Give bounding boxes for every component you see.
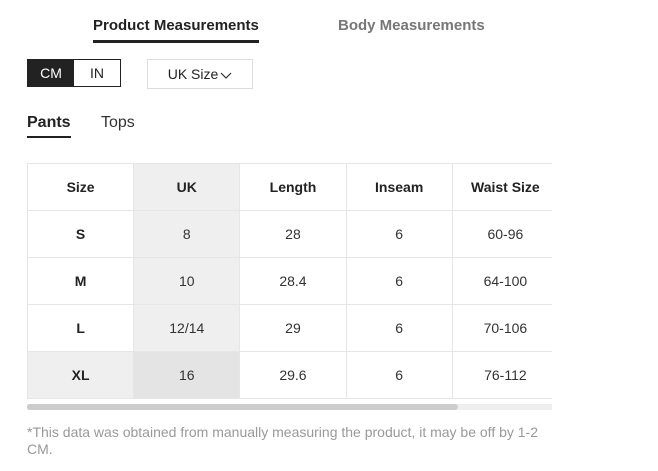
size-system-value: UK Size [167, 66, 219, 82]
table-row: S 8 28 6 60-96 [27, 210, 552, 258]
tab-pants[interactable]: Pants [27, 114, 71, 138]
inseam-cell: 6 [345, 304, 453, 352]
waist-cell: 64-100 [451, 257, 552, 305]
uk-cell: 10 [133, 257, 241, 305]
size-system-select[interactable]: UK Size [147, 59, 253, 89]
measurement-disclaimer: *This data was obtained from manually me… [27, 424, 539, 457]
uk-cell: 8 [133, 210, 241, 258]
unit-cm-button[interactable]: CM [28, 60, 74, 86]
header-uk: UK [133, 163, 241, 211]
uk-cell: 12/14 [133, 304, 241, 352]
header-inseam: Inseam [345, 163, 453, 211]
waist-cell: 76-112 [451, 351, 552, 399]
table-row: M 10 28.4 6 64-100 [27, 257, 552, 305]
size-cell: L [27, 304, 135, 352]
header-length: Length [239, 163, 347, 211]
inseam-cell: 6 [345, 210, 453, 258]
tab-tops[interactable]: Tops [101, 114, 135, 132]
unit-in-button[interactable]: IN [74, 60, 120, 86]
size-cell: M [27, 257, 135, 305]
table-row: XL 16 29.6 6 76-112 [27, 351, 552, 399]
inseam-cell: 6 [345, 257, 453, 305]
tab-product-measurements[interactable]: Product Measurements [93, 17, 259, 43]
header-waist-size: Waist Size [451, 163, 552, 211]
length-cell: 29 [239, 304, 347, 352]
tab-body-measurements[interactable]: Body Measurements [338, 17, 485, 34]
size-cell: S [27, 210, 135, 258]
table-row: L 12/14 29 6 70-106 [27, 304, 552, 352]
chevron-down-icon [220, 72, 232, 79]
size-chart-table: Size UK Length Inseam Waist Size S 8 28 … [27, 163, 552, 402]
length-cell: 29.6 [239, 351, 347, 399]
length-cell: 28 [239, 210, 347, 258]
inseam-cell: 6 [345, 351, 453, 399]
unit-toggle: CM IN [27, 59, 121, 87]
uk-cell: 16 [133, 351, 241, 399]
table-header-row: Size UK Length Inseam Waist Size [27, 163, 552, 211]
header-size: Size [27, 163, 135, 211]
length-cell: 28.4 [239, 257, 347, 305]
scrollbar-thumb[interactable] [27, 404, 458, 410]
measurement-type-tabs: Product Measurements Body Measurements [0, 0, 658, 44]
size-cell: XL [27, 351, 135, 399]
waist-cell: 60-96 [451, 210, 552, 258]
table-horizontal-scrollbar[interactable] [27, 404, 552, 410]
waist-cell: 70-106 [451, 304, 552, 352]
